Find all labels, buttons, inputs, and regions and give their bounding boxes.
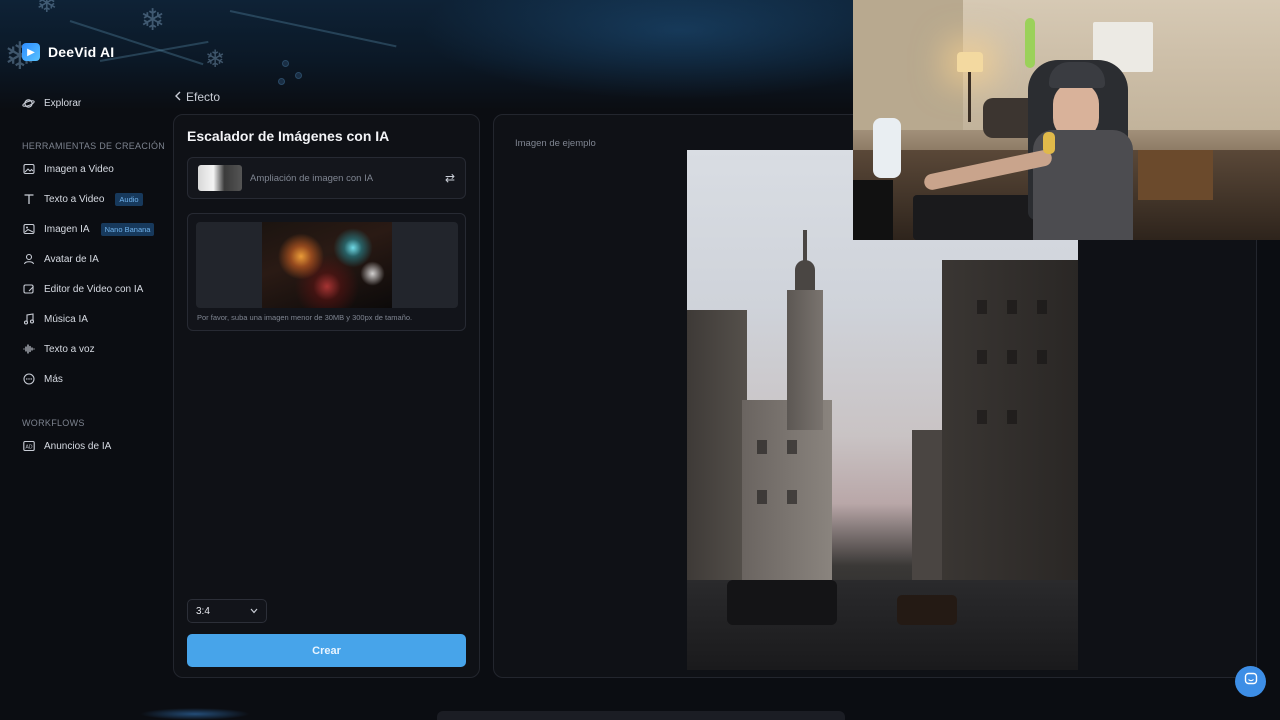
sample-image-label: Imagen de ejemplo [515,138,596,149]
brand-name: DeeVid AI [48,44,115,60]
lamp-stand-shape [968,72,971,122]
window-shape [1037,300,1047,314]
skateboard-shape [1025,18,1035,68]
window-shape [1007,300,1017,314]
music-icon [22,313,35,326]
section-tools: HERRAMIENTAS DE CREACIÓN [22,141,166,151]
bottle-shape [873,118,901,178]
window-shape [787,440,797,454]
image-icon [22,163,35,176]
swap-icon[interactable]: ⇄ [445,171,455,185]
window-shape [977,350,987,364]
effect-selector[interactable]: Ampliación de imagen con IA ⇄ [187,157,466,199]
sidebar-item-label: Música IA [44,313,88,325]
uploaded-image [262,222,392,308]
sidebar-item-video-editor[interactable]: Editor de Video con IA [22,281,143,297]
sidebar-item-more[interactable]: Más [22,371,63,387]
sidebar-item-label: Imagen a Video [44,163,114,175]
aspect-ratio-select[interactable]: 3:4 [187,599,267,623]
sidebar-item-music[interactable]: Música IA [22,311,88,327]
window-shape [1007,350,1017,364]
bottom-glow [140,708,250,720]
tool-title: Escalador de Imágenes con IA [187,128,390,144]
sidebar-item-text-to-speech[interactable]: Texto a voz [22,341,95,357]
waveform-icon [22,343,35,356]
sidebar-item-text-to-video[interactable]: Texto a Video Audio [22,191,143,207]
image-ai-icon [22,223,35,236]
svg-text:AD: AD [25,444,32,450]
window-shape [1007,410,1017,424]
tool-panel: Escalador de Imágenes con IA Ampliación … [173,114,480,678]
effect-thumbnail [198,165,242,191]
sidebar-item-explore[interactable]: Explorar [22,95,81,111]
badge-audio: Audio [115,192,143,206]
cap-shape [1049,62,1105,88]
sidebar-item-label: Explorar [44,97,82,109]
chat-support-button[interactable] [1235,666,1266,697]
sidebar-item-avatar[interactable]: Avatar de IA [22,251,99,267]
sidebar-item-label: Texto a voz [44,343,95,355]
berry-ornament [278,78,285,85]
tower-dome-shape [795,260,815,294]
edit-icon [22,283,35,296]
lamp-shape [957,52,983,72]
sidebar-item-label: Editor de Video con IA [44,283,144,295]
upload-hint: Por favor, suba una imagen menor de 30MB… [197,313,413,322]
text-icon [22,193,35,206]
window-shape [757,440,767,454]
equipment-shape [1138,150,1213,200]
window-shape [787,490,797,504]
os-taskbar [437,711,845,720]
sidebar-item-label: Anuncios de IA [44,440,112,452]
sidebar-item-image-to-video[interactable]: Imagen a Video [22,161,114,177]
window-shape [977,300,987,314]
back-link[interactable]: Efecto [174,90,220,104]
car-shape [897,595,957,625]
window-shape [757,490,767,504]
sidebar-item-label: Imagen IA [44,223,90,235]
sidebar-item-image-ai[interactable]: Imagen IA Nano Banana [22,221,155,237]
section-workflows: WORKFLOWS [22,418,85,428]
sidebar: ▶ DeeVid AI Explorar HERRAMIENTAS DE CRE… [0,0,170,720]
sidebar-item-label: Más [44,373,63,385]
aspect-ratio-value: 3:4 [196,605,210,617]
effect-label: Ampliación de imagen con IA [250,172,374,184]
webcam-overlay [853,0,1280,240]
window-shape [1037,350,1047,364]
berry-ornament [282,60,289,67]
snowflake-icon: ❄ [205,46,226,73]
avatar-icon [22,253,35,266]
chevron-left-icon [174,90,182,104]
microphone-shape [1043,132,1055,154]
car-shape [727,580,837,625]
image-upload-area[interactable]: Por favor, suba una imagen menor de 30MB… [187,213,466,331]
sidebar-item-label: Texto a Video [44,193,105,205]
logo-icon: ▶ [22,43,40,61]
tower-shape [787,290,823,430]
planet-icon [22,97,35,110]
create-button[interactable]: Crear [187,634,466,667]
sidebar-item-label: Avatar de IA [44,253,99,265]
back-label: Efecto [186,90,221,104]
window-shape [977,410,987,424]
speaker-shape [853,180,893,240]
window-blind-shape [853,0,963,130]
ad-icon: AD [22,440,35,453]
more-icon [22,373,35,386]
spire-shape [803,230,807,262]
upload-preview [196,222,458,308]
chat-icon [1244,672,1258,691]
sidebar-item-ai-ads[interactable]: AD Anuncios de IA [22,438,111,454]
pine-branch [229,10,397,48]
chevron-down-icon [250,606,258,617]
berry-ornament [295,72,302,79]
brand-logo[interactable]: ▶ DeeVid AI [22,43,114,61]
badge-nano-banana: Nano Banana [100,222,155,236]
